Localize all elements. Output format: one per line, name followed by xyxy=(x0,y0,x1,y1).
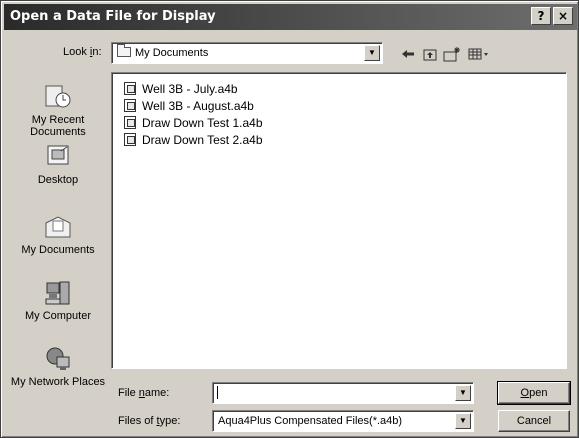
close-button[interactable]: × xyxy=(553,7,573,25)
open-file-dialog: Open a Data File for Display ? × Look in… xyxy=(0,0,579,438)
chevron-down-icon[interactable]: ▼ xyxy=(364,45,380,61)
open-button-hotkey: O xyxy=(520,387,530,399)
help-button[interactable]: ? xyxy=(531,7,551,25)
list-item[interactable]: Draw Down Test 2.a4b xyxy=(124,132,263,148)
file-name-label-prefix: File xyxy=(118,387,139,399)
a4b-file-icon xyxy=(124,82,136,95)
network-places-icon xyxy=(43,345,73,373)
chevron-down-icon[interactable]: ▼ xyxy=(455,413,471,429)
look-in-label-prefix: Look xyxy=(63,46,90,58)
place-label: My Computer xyxy=(24,310,92,322)
file-name: Draw Down Test 2.a4b xyxy=(142,133,263,147)
open-button-label: pen xyxy=(529,387,548,399)
chevron-down-icon[interactable]: ▼ xyxy=(455,385,471,401)
a4b-file-icon xyxy=(124,116,136,129)
file-name: Well 3B - August.a4b xyxy=(142,99,254,113)
place-recent-documents[interactable]: My Recent Documents xyxy=(9,83,107,138)
look-in-value-wrap: My Documents xyxy=(117,44,209,59)
my-documents-icon xyxy=(43,213,73,241)
list-item[interactable]: Well 3B - July.a4b xyxy=(124,81,238,97)
file-name-label: File name: xyxy=(118,387,169,399)
file-list[interactable]: Well 3B - July.a4b Well 3B - August.a4b … xyxy=(111,72,567,369)
file-type-label-suffix: ype: xyxy=(159,415,181,427)
open-button[interactable]: Open xyxy=(497,381,571,405)
list-item[interactable]: Well 3B - August.a4b xyxy=(124,98,254,114)
place-my-documents[interactable]: My Documents xyxy=(9,213,107,256)
place-label: Desktop xyxy=(37,174,79,186)
place-my-computer[interactable]: My Computer xyxy=(9,279,107,322)
place-desktop[interactable]: Desktop xyxy=(9,143,107,186)
place-network-places[interactable]: My Network Places xyxy=(9,345,107,388)
window-title: Open a Data File for Display xyxy=(10,9,216,24)
text-caret xyxy=(217,386,218,399)
file-name: Well 3B - July.a4b xyxy=(142,82,238,96)
views-menu-icon[interactable] xyxy=(467,46,491,64)
file-type-dropdown[interactable]: Aqua4Plus Compensated Files(*.a4b) ▼ xyxy=(212,410,474,432)
places-bar: My Recent Documents Desktop My Documents… xyxy=(9,73,107,413)
desktop-icon xyxy=(43,143,73,171)
file-name: Draw Down Test 1.a4b xyxy=(142,116,263,130)
up-folder-icon[interactable] xyxy=(421,46,439,64)
look-in-label: Look in: xyxy=(63,46,102,58)
recent-documents-icon xyxy=(43,83,73,111)
file-type-value: Aqua4Plus Compensated Files(*.a4b) xyxy=(218,415,403,427)
place-label: My Recent Documents xyxy=(30,114,86,138)
my-computer-icon xyxy=(43,279,73,307)
look-in-label-suffix: n: xyxy=(92,46,102,58)
file-name-input[interactable]: ▼ xyxy=(212,382,474,404)
file-type-label: Files of type: xyxy=(118,415,180,427)
file-name-label-suffix: ame: xyxy=(144,387,170,399)
back-arrow-icon[interactable] xyxy=(399,46,417,64)
title-bar[interactable]: Open a Data File for Display ? × xyxy=(4,4,577,30)
look-in-value: My Documents xyxy=(135,47,209,59)
place-label: My Network Places xyxy=(10,376,106,388)
cancel-button[interactable]: Cancel xyxy=(498,410,570,432)
list-item[interactable]: Draw Down Test 1.a4b xyxy=(124,115,263,131)
file-type-label-prefix: Files of xyxy=(118,415,157,427)
a4b-file-icon xyxy=(124,133,136,146)
look-in-dropdown[interactable]: My Documents ▼ xyxy=(111,42,383,64)
folder-icon xyxy=(117,44,131,57)
a4b-file-icon xyxy=(124,99,136,112)
place-label: My Documents xyxy=(21,244,95,256)
new-folder-icon[interactable] xyxy=(443,46,461,64)
